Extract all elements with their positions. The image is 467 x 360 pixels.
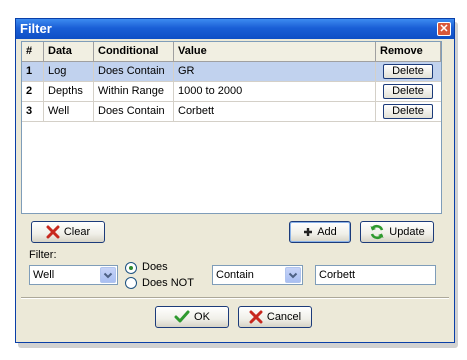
conditional-select-arrow[interactable] [285, 267, 301, 283]
title-bar: Filter ✕ [16, 19, 454, 39]
row-conditional: Does Contain [94, 102, 174, 121]
delete-button[interactable]: Delete [383, 84, 433, 99]
header-data[interactable]: Data [44, 42, 94, 61]
delete-button[interactable]: Delete [383, 64, 433, 79]
radio-does-label: Does [142, 261, 168, 273]
row-conditional: Within Range [94, 82, 174, 101]
checkmark-icon [174, 310, 190, 323]
header-conditional[interactable]: Conditional [94, 42, 174, 61]
add-button[interactable]: Add [289, 221, 351, 243]
data-select[interactable]: Well [29, 265, 118, 285]
table-row[interactable]: 1 Log Does Contain GR Delete [22, 62, 441, 82]
radio-does-not[interactable] [125, 277, 137, 289]
row-data: Well [44, 102, 94, 121]
close-button[interactable]: ✕ [437, 22, 451, 36]
x-icon [46, 225, 60, 239]
conditional-select-value: Contain [216, 269, 254, 281]
update-label: Update [389, 226, 425, 239]
row-conditional: Does Contain [94, 62, 174, 81]
radio-does[interactable] [125, 262, 137, 274]
clear-button[interactable]: Clear [31, 221, 105, 243]
row-num: 2 [22, 82, 44, 101]
row-data: Log [44, 62, 94, 81]
conditional-select[interactable]: Contain [212, 265, 303, 285]
table-row[interactable]: 2 Depths Within Range 1000 to 2000 Delet… [22, 82, 441, 102]
header-num[interactable]: # [22, 42, 44, 61]
cancel-label: Cancel [266, 311, 302, 324]
chevron-down-icon [103, 272, 113, 279]
data-select-arrow[interactable] [100, 267, 116, 283]
filter-label: Filter: [29, 249, 57, 261]
radio-does-not-label: Does NOT [142, 277, 194, 289]
table-row[interactable]: 3 Well Does Contain Corbett Delete [22, 102, 441, 122]
chevron-down-icon [288, 272, 298, 279]
row-remove-cell: Delete [376, 62, 441, 81]
ok-label: OK [194, 311, 210, 324]
row-num: 3 [22, 102, 44, 121]
cancel-button[interactable]: Cancel [238, 306, 312, 328]
update-button[interactable]: Update [360, 221, 434, 243]
row-num: 1 [22, 62, 44, 81]
row-data: Depths [44, 82, 94, 101]
header-value[interactable]: Value [174, 42, 376, 61]
add-label: Add [317, 226, 337, 239]
table-header: # Data Conditional Value Remove [22, 42, 441, 62]
clear-label: Clear [63, 226, 91, 239]
filter-table: # Data Conditional Value Remove 1 Log Do… [21, 41, 442, 214]
x-icon [249, 310, 263, 324]
refresh-icon [370, 225, 384, 240]
plus-icon [304, 228, 313, 237]
row-remove-cell: Delete [376, 102, 441, 121]
value-input[interactable]: Corbett [315, 265, 436, 285]
ok-button[interactable]: OK [155, 306, 229, 328]
filter-dialog: Filter ✕ # Data Conditional Value Remove… [15, 18, 455, 343]
row-value: GR [174, 62, 376, 81]
row-value: 1000 to 2000 [174, 82, 376, 101]
window-title: Filter [20, 21, 52, 36]
row-value: Corbett [174, 102, 376, 121]
separator [21, 297, 449, 299]
close-icon: ✕ [439, 23, 449, 35]
row-remove-cell: Delete [376, 82, 441, 101]
header-remove[interactable]: Remove [376, 42, 441, 61]
delete-button[interactable]: Delete [383, 104, 433, 119]
data-select-value: Well [33, 269, 55, 281]
